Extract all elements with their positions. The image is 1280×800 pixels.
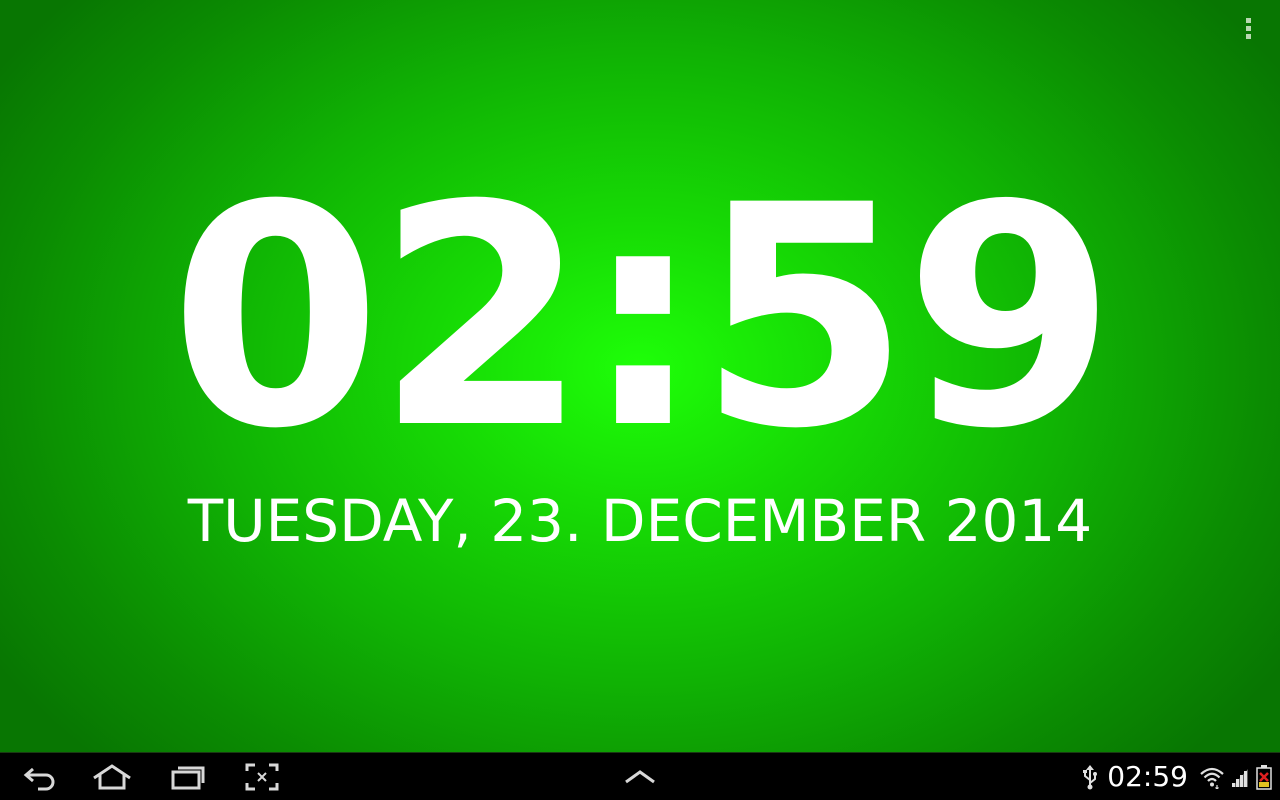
home-button[interactable] <box>84 757 140 797</box>
chevron-up-icon <box>625 770 655 784</box>
screenshot-button[interactable] <box>234 757 290 797</box>
system-navbar: 02:59 <box>0 752 1280 800</box>
screenshot-icon <box>245 763 279 791</box>
overflow-dot <box>1245 25 1251 31</box>
back-button[interactable] <box>12 757 68 797</box>
overflow-menu-icon[interactable] <box>1232 12 1264 44</box>
status-time: 02:59 <box>1107 760 1188 793</box>
recent-apps-button[interactable] <box>160 757 216 797</box>
status-bar[interactable]: 02:59 <box>1081 753 1272 800</box>
clock-date: TUESDAY, 23. DECEMBER 2014 <box>187 487 1093 555</box>
menu-up-button[interactable] <box>612 757 668 797</box>
usb-icon <box>1083 765 1098 790</box>
home-icon <box>93 764 131 790</box>
clock-time: 02:59 <box>169 140 1117 495</box>
back-icon <box>23 767 55 791</box>
wifi-icon <box>1200 767 1224 789</box>
overflow-dot <box>1245 17 1251 23</box>
overflow-dot <box>1245 33 1251 39</box>
battery-icon <box>1256 765 1272 790</box>
signal-icon <box>1232 769 1248 787</box>
recent-apps-icon <box>171 766 205 790</box>
clock-background[interactable]: 02:59 TUESDAY, 23. DECEMBER 2014 <box>0 0 1280 752</box>
clock-screen: 02:59 TUESDAY, 23. DECEMBER 2014 02:59 <box>0 0 1280 800</box>
